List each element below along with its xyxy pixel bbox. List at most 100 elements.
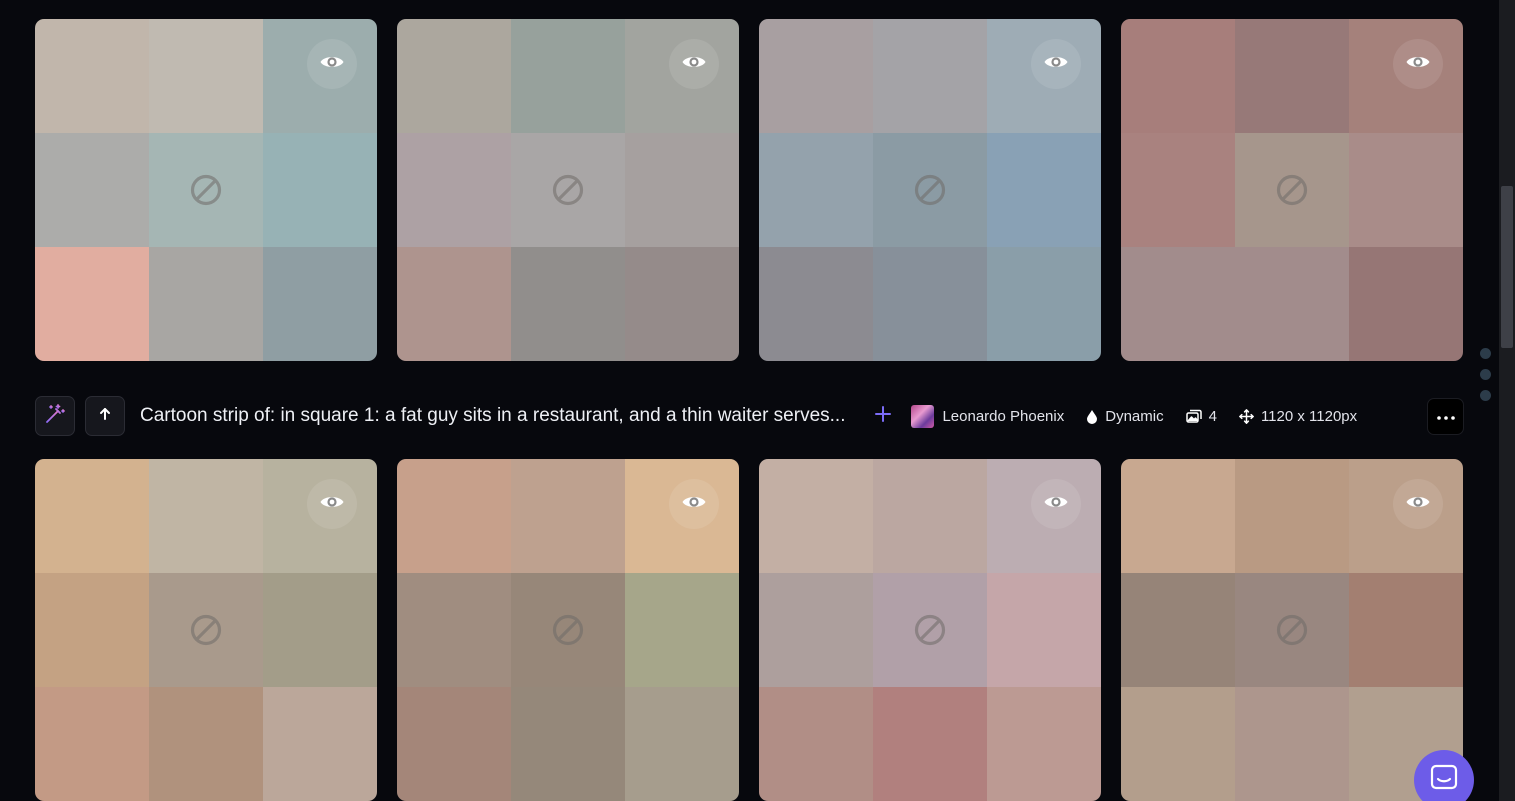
image-mosaic-cell: [1121, 133, 1235, 247]
image-mosaic-cell: [759, 247, 873, 361]
ellipsis-icon: [1436, 407, 1455, 425]
image-mosaic-cell: [149, 459, 263, 573]
section-dot[interactable]: [1480, 348, 1491, 359]
image-mosaic-cell: [35, 687, 149, 801]
image-mosaic-cell: [1349, 247, 1463, 361]
blocked-icon: [1275, 173, 1309, 207]
image-mosaic-cell: [873, 459, 987, 573]
eye-icon: [681, 53, 707, 76]
image-mosaic-cell: [1235, 247, 1349, 361]
view-image-button[interactable]: [1393, 39, 1443, 89]
generated-image-tile[interactable]: [759, 19, 1101, 361]
image-mosaic-cell: [1235, 19, 1349, 133]
image-mosaic-cell: [149, 687, 263, 801]
image-mosaic-cell: [759, 19, 873, 133]
arrow-up-icon: [98, 407, 112, 426]
eye-icon: [681, 493, 707, 516]
image-mosaic-cell: [625, 247, 739, 361]
image-mosaic-cell: [873, 687, 987, 801]
image-mosaic-cell: [35, 459, 149, 573]
generated-image-tile[interactable]: [35, 459, 377, 801]
droplet-icon: [1086, 409, 1098, 424]
image-count-info: 4: [1185, 407, 1217, 425]
image-mosaic-cell: [511, 459, 625, 573]
page-scrollbar[interactable]: [1499, 0, 1515, 801]
view-image-button[interactable]: [1031, 479, 1081, 529]
blocked-icon: [1275, 613, 1309, 647]
image-mosaic-cell: [35, 133, 149, 247]
view-image-button[interactable]: [1031, 39, 1081, 89]
view-image-button[interactable]: [1393, 479, 1443, 529]
blocked-icon: [189, 613, 223, 647]
image-mosaic-cell: [1121, 19, 1235, 133]
style-name: Dynamic: [1105, 407, 1164, 425]
image-mosaic-cell: [397, 19, 511, 133]
image-mosaic-cell: [511, 687, 625, 801]
image-mosaic-cell: [987, 247, 1101, 361]
image-mosaic-cell: [759, 133, 873, 247]
generated-image-tile[interactable]: [1121, 459, 1463, 801]
more-options-button[interactable]: [1427, 397, 1464, 435]
add-prompt-button[interactable]: [871, 404, 895, 428]
image-mosaic-cell: [397, 133, 511, 247]
generated-image-tile[interactable]: [35, 19, 377, 361]
image-mosaic-cell: [397, 573, 511, 687]
image-mosaic-cell: [263, 573, 377, 687]
upscale-button[interactable]: [85, 396, 125, 436]
image-mosaic-cell: [149, 19, 263, 133]
image-mosaic-cell: [263, 133, 377, 247]
eye-icon: [319, 493, 345, 516]
image-mosaic-cell: [1235, 459, 1349, 573]
image-mosaic-cell: [1349, 573, 1463, 687]
image-mosaic-cell: [873, 19, 987, 133]
dimensions: 1120 x 1120px: [1260, 407, 1358, 425]
generated-image-tile[interactable]: [397, 459, 739, 801]
move-arrows-icon: [1239, 408, 1254, 424]
generated-image-tile[interactable]: [759, 459, 1101, 801]
image-mosaic-cell: [397, 459, 511, 573]
image-mosaic-cell: [263, 247, 377, 361]
generation-prompt[interactable]: Cartoon strip of: in square 1: a fat guy…: [140, 405, 845, 427]
image-mosaic-cell: [625, 573, 739, 687]
model-thumbnail: [911, 404, 935, 428]
image-mosaic-cell: [263, 687, 377, 801]
generation-meta-bar: Cartoon strip of: in square 1: a fat guy…: [35, 396, 1464, 436]
image-mosaic-cell: [873, 247, 987, 361]
eye-icon: [319, 53, 345, 76]
view-image-button[interactable]: [307, 39, 357, 89]
blocked-icon: [551, 613, 585, 647]
image-mosaic-cell: [35, 19, 149, 133]
generated-image-tile[interactable]: [1121, 19, 1463, 361]
blocked-icon: [913, 613, 947, 647]
model-info[interactable]: Leonardo Phoenix: [911, 404, 1065, 428]
image-mosaic-cell: [759, 573, 873, 687]
section-nav-dots: [1480, 348, 1491, 401]
eye-icon: [1405, 493, 1431, 516]
image-count: 4: [1208, 407, 1217, 425]
magic-wand-icon: [43, 402, 67, 431]
image-mosaic-cell: [987, 573, 1101, 687]
image-mosaic-cell: [1235, 687, 1349, 801]
eye-icon: [1405, 53, 1431, 76]
image-mosaic-cell: [759, 687, 873, 801]
generated-image-tile[interactable]: [397, 19, 739, 361]
scrollbar-thumb[interactable]: [1501, 186, 1513, 348]
image-mosaic-cell: [987, 687, 1101, 801]
image-row-top: [35, 19, 1463, 361]
chat-launcher-button[interactable]: [1414, 750, 1474, 801]
image-mosaic-cell: [149, 247, 263, 361]
view-image-button[interactable]: [307, 479, 357, 529]
image-mosaic-cell: [397, 247, 511, 361]
image-mosaic-cell: [759, 459, 873, 573]
section-dot[interactable]: [1480, 369, 1491, 380]
model-name: Leonardo Phoenix: [942, 407, 1065, 425]
image-mosaic-cell: [511, 247, 625, 361]
image-mosaic-cell: [1121, 459, 1235, 573]
eye-icon: [1043, 53, 1069, 76]
view-image-button[interactable]: [669, 479, 719, 529]
image-mosaic-cell: [35, 573, 149, 687]
remix-button[interactable]: [35, 396, 75, 436]
section-dot[interactable]: [1480, 390, 1491, 401]
view-image-button[interactable]: [669, 39, 719, 89]
image-mosaic-cell: [625, 687, 739, 801]
